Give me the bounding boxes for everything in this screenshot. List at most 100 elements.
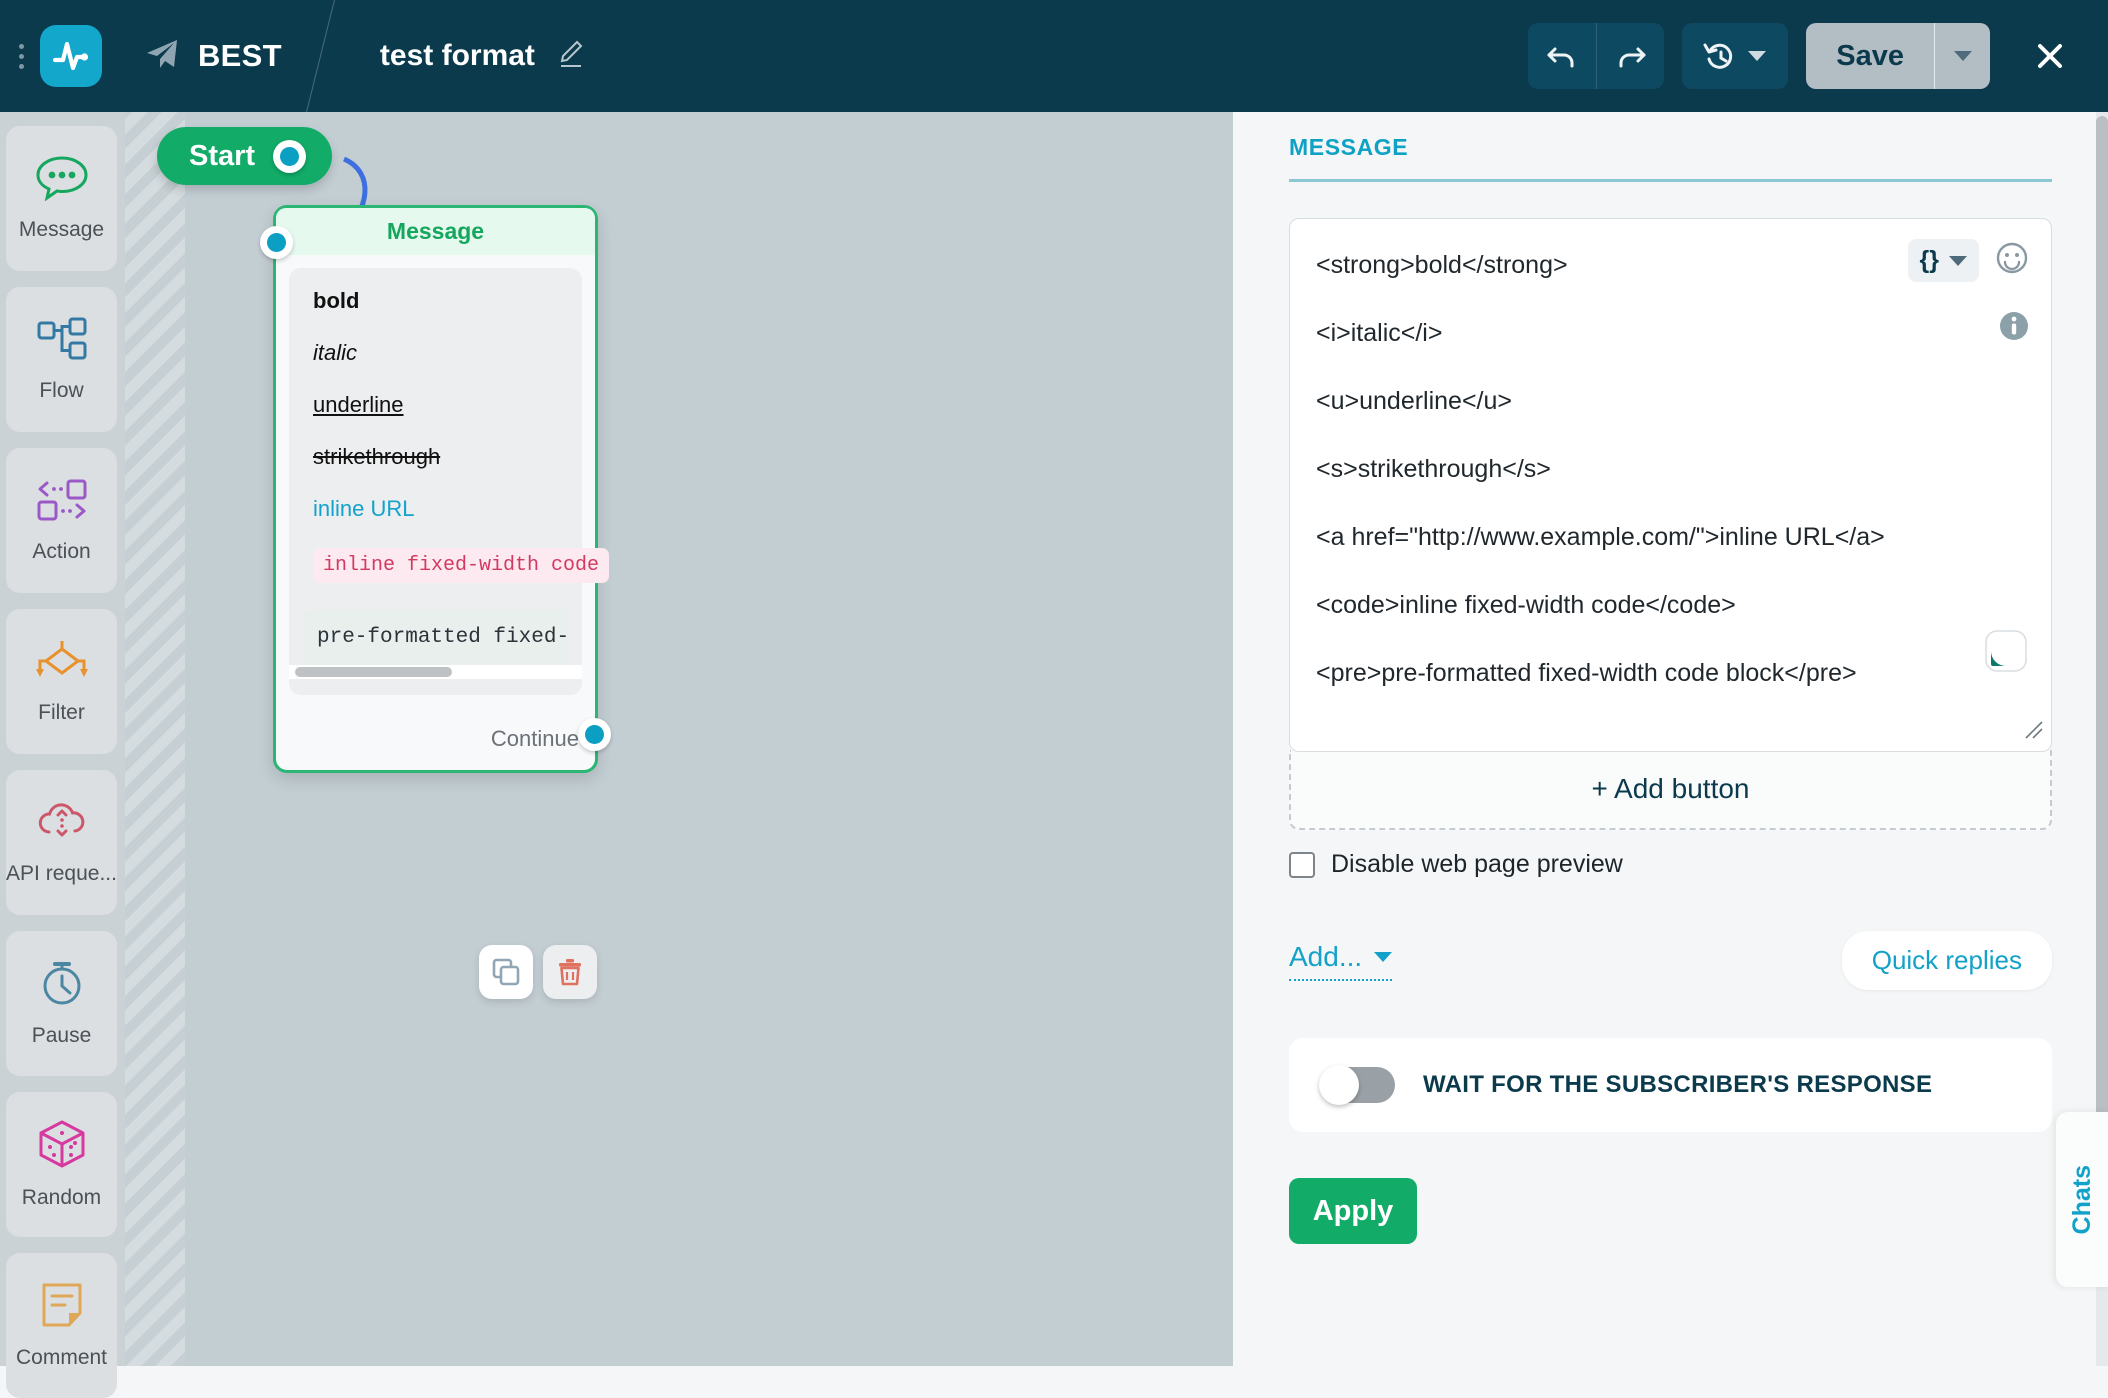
message-continue-row: Continue — [276, 708, 595, 770]
history-button[interactable] — [1682, 23, 1788, 89]
preview-line-url[interactable]: inline URL — [289, 496, 582, 522]
sidebar-item-filter[interactable]: Filter — [6, 609, 117, 754]
trash-icon — [556, 957, 584, 987]
preview-pre-block: pre-formatted fixed-w — [303, 610, 568, 665]
duplicate-node-button[interactable] — [479, 945, 533, 999]
message-node-card[interactable]: Message bold italic underline strikethro… — [273, 205, 598, 773]
grammarly-icon[interactable] — [1985, 630, 2027, 677]
pulse-logo-icon[interactable] — [40, 25, 102, 87]
sidebar-item-action[interactable]: Action — [6, 448, 117, 593]
close-button[interactable] — [2018, 24, 2082, 88]
dice-cube-icon — [36, 1119, 88, 1174]
wait-response-toggle[interactable] — [1321, 1067, 1395, 1103]
start-node[interactable]: Start — [157, 127, 332, 185]
save-group: Save — [1806, 23, 1990, 89]
panel-mid-row: Add... Quick replies — [1289, 931, 2052, 990]
undo-redo-group — [1528, 23, 1664, 89]
sidebar-item-label: Flow — [39, 379, 83, 403]
wait-response-card: WAIT FOR THE SUBSCRIBER'S RESPONSE — [1289, 1038, 2052, 1132]
stopwatch-icon — [36, 959, 88, 1012]
sidebar-item-label: Pause — [32, 1024, 92, 1048]
breadcrumb-brand[interactable]: BEST — [144, 37, 282, 76]
wait-response-label: WAIT FOR THE SUBSCRIBER'S RESPONSE — [1423, 1071, 1932, 1099]
curly-braces-icon: {} — [1920, 246, 1939, 275]
disable-preview-checkbox[interactable] — [1289, 852, 1315, 878]
sidebar-item-pause[interactable]: Pause — [6, 931, 117, 1076]
chevron-down-icon — [1949, 256, 1967, 266]
add-dropdown-label: Add... — [1289, 941, 1362, 973]
close-x-icon — [2032, 38, 2068, 74]
smiley-face-icon[interactable] — [1995, 241, 2029, 280]
message-text-editor[interactable]: {} <strong>bold</strong> <i>italic</i> <… — [1289, 218, 2052, 752]
left-sidebar: Message Flow Action — [0, 112, 125, 1366]
sidebar-item-label: API reque... — [6, 862, 117, 886]
sidebar-item-flow[interactable]: Flow — [6, 287, 117, 432]
sidebar-item-label: Filter — [38, 701, 85, 725]
output-port-icon[interactable] — [273, 140, 306, 173]
disable-preview-row: Disable web page preview — [1289, 850, 2052, 879]
sidebar-item-label: Random — [22, 1186, 101, 1210]
input-port-icon[interactable] — [260, 226, 293, 259]
message-preview-bubble: bold italic underline strikethrough inli… — [289, 268, 582, 695]
editor-line-6: <code>inline fixed-width code</code> — [1316, 589, 1931, 621]
toolbar-actions: Save — [1528, 23, 2108, 89]
preview-pre-text: pre-formatted fixed-w — [303, 610, 568, 665]
message-settings-panel: MESSAGE {} <strong>bold</stron — [1233, 112, 2108, 1366]
save-dropdown-button[interactable] — [1934, 23, 1990, 89]
diamond-split-icon — [33, 638, 91, 689]
save-button[interactable]: Save — [1806, 23, 1934, 89]
resize-grip-icon[interactable] — [2022, 718, 2044, 745]
sidebar-item-label: Comment — [16, 1346, 107, 1370]
editor-line-5: <a href="http://www.example.com/">inline… — [1316, 521, 1931, 553]
code-brackets-icon — [34, 477, 90, 528]
delete-node-button[interactable] — [543, 945, 597, 999]
variable-insert-button[interactable]: {} — [1908, 239, 1979, 282]
redo-arrow-icon — [1614, 40, 1648, 72]
page-title: test format — [380, 39, 535, 73]
chats-tab-label: Chats — [2068, 1165, 2097, 1234]
node-action-buttons — [479, 945, 597, 999]
add-dropdown[interactable]: Add... — [1289, 941, 1392, 981]
preview-line-italic: italic — [289, 340, 582, 366]
sidebar-item-message[interactable]: Message — [6, 126, 117, 271]
editor-line-1: <strong>bold</strong> — [1316, 249, 1931, 281]
message-node-title: Message — [276, 208, 595, 255]
editor-toolbar: {} — [1908, 239, 2029, 282]
telegram-plane-icon — [144, 37, 180, 76]
note-icon — [37, 1281, 87, 1334]
output-port-icon[interactable] — [578, 718, 611, 751]
editor-line-2: <i>italic</i> — [1316, 317, 1931, 349]
info-circle-icon[interactable] — [1999, 311, 2029, 346]
chevron-down-icon — [1374, 952, 1392, 962]
start-node-label: Start — [189, 140, 255, 173]
breadcrumb-separator — [320, 0, 322, 112]
flow-canvas[interactable]: Start Message bold italic underline stri… — [125, 112, 1233, 1366]
flow-nodes-icon — [35, 316, 89, 367]
sidebar-item-random[interactable]: Random — [6, 1092, 117, 1237]
disable-preview-label: Disable web page preview — [1331, 850, 1623, 879]
sidebar-item-comment[interactable]: Comment — [6, 1253, 117, 1398]
chevron-down-icon — [1748, 51, 1766, 61]
cloud-sync-icon — [34, 799, 90, 850]
copy-icon — [491, 957, 521, 987]
panel-divider — [1289, 179, 2052, 182]
canvas-hatch-edge — [125, 112, 185, 1366]
chat-bubble-icon — [35, 155, 89, 206]
continue-label: Continue — [491, 726, 579, 752]
preview-line-bold: bold — [289, 288, 582, 314]
panel-title: MESSAGE — [1289, 134, 2052, 161]
sidebar-item-api-request[interactable]: API reque... — [6, 770, 117, 915]
add-button-button[interactable]: + Add button — [1289, 750, 2052, 830]
apply-button[interactable]: Apply — [1289, 1178, 1417, 1244]
preview-pre-scrollbar[interactable] — [289, 665, 582, 679]
kebab-menu-icon[interactable] — [8, 44, 34, 69]
quick-replies-button[interactable]: Quick replies — [1842, 931, 2052, 990]
redo-button[interactable] — [1596, 23, 1664, 89]
sidebar-item-label: Message — [19, 218, 104, 242]
pencil-icon[interactable] — [557, 39, 585, 74]
chats-tab[interactable]: Chats — [2056, 1112, 2108, 1287]
editor-line-3: <u>underline</u> — [1316, 385, 1931, 417]
undo-button[interactable] — [1528, 23, 1596, 89]
brand-name: BEST — [198, 38, 282, 74]
editor-line-7: <pre>pre-formatted fixed-width code bloc… — [1316, 657, 1931, 689]
